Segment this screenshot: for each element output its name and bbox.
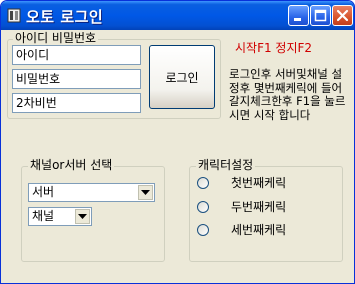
second-password-field[interactable]: 2차비번	[12, 93, 141, 113]
instructions-text: 로그인후 서버및채널 설정후 몇번째케릭에 들어갈지체크한후 F1을 눌르시면 …	[229, 67, 346, 122]
close-button[interactable]	[332, 5, 353, 26]
character-group-label: 캐릭터설정	[196, 158, 256, 172]
app-icon	[7, 8, 21, 23]
chevron-down-icon	[78, 213, 87, 219]
channel-dropdown-arrow[interactable]	[75, 209, 90, 224]
server-group-label: 채널or서버 선택	[28, 158, 115, 172]
channel-select[interactable]: 채널	[28, 207, 92, 226]
main-window: 오토 로그인 아이디 비밀번호 아이디 비밀번호 2차비번 로그인 시작F1 정…	[0, 0, 355, 284]
login-button[interactable]: 로그인	[149, 45, 215, 109]
minimize-icon	[294, 18, 301, 21]
radio-button[interactable]	[197, 201, 209, 213]
login-group-label: 아이디 비밀번호	[13, 31, 99, 45]
hotkey-note: 시작F1 정지F2	[235, 41, 313, 55]
id-field[interactable]: 아이디	[12, 45, 141, 65]
radio-button[interactable]	[197, 177, 209, 189]
window-title: 오토 로그인	[26, 8, 104, 26]
radio-label: 첫번째케릭	[231, 176, 287, 190]
close-icon	[336, 9, 349, 22]
maximize-button[interactable]	[310, 5, 331, 26]
server-dropdown-arrow[interactable]	[138, 185, 153, 200]
password-field[interactable]: 비밀번호	[12, 69, 141, 89]
title-bar[interactable]: 오토 로그인	[1, 1, 354, 30]
maximize-icon	[314, 9, 327, 22]
server-select[interactable]: 서버	[28, 183, 155, 202]
radio-label: 두번째케릭	[231, 200, 287, 214]
radio-label: 세번째케릭	[231, 223, 287, 237]
minimize-button[interactable]	[288, 5, 309, 26]
radio-button[interactable]	[197, 224, 209, 236]
server-select-value: 서버	[32, 185, 55, 199]
chevron-down-icon	[141, 189, 150, 195]
channel-select-value: 채널	[32, 209, 55, 223]
